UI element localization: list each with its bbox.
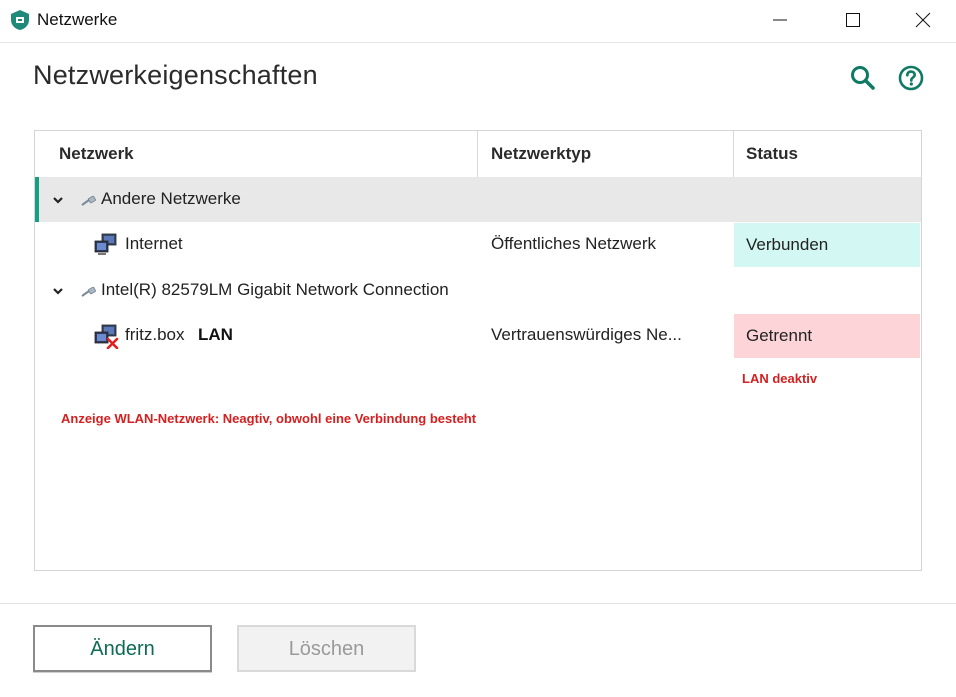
network-type: Vertrauenswürdiges Ne... [491, 325, 682, 344]
search-icon[interactable] [849, 64, 877, 92]
column-header-network[interactable]: Netzwerk [35, 131, 478, 177]
title-bar: Netzwerke [0, 0, 956, 42]
group-label: Andere Netzwerke [101, 189, 241, 208]
close-icon [915, 12, 931, 28]
lan-deaktiv-note: LAN deaktiv [742, 371, 818, 386]
lan-annotation-label: LAN [198, 325, 233, 344]
title-divider [0, 42, 956, 43]
network-name: fritz.box [125, 325, 185, 344]
chevron-down-icon[interactable] [51, 284, 65, 298]
group-label: Intel(R) 82579LM Gigabit Network Connect… [101, 280, 449, 299]
close-button[interactable] [900, 0, 946, 40]
table-header: Netzwerk Netzwerktyp Status [35, 131, 921, 178]
group-row-intel-connection[interactable]: Intel(R) 82579LM Gigabit Network Connect… [35, 268, 921, 313]
page-title: Netzwerkeigenschaften [33, 60, 318, 90]
status-badge: Verbunden [734, 223, 920, 267]
minimize-icon [773, 19, 787, 21]
change-button[interactable]: Ändern [33, 625, 212, 672]
chevron-down-icon[interactable] [51, 193, 65, 207]
maximize-icon [846, 13, 860, 27]
computer-disconnected-icon [94, 324, 119, 349]
network-type: Öffentliches Netzwerk [491, 234, 657, 253]
column-header-status[interactable]: Status [734, 131, 921, 177]
table-row[interactable]: fritz.box LAN Vertrauenswürdiges Ne... G… [35, 313, 921, 358]
footer: Ändern Löschen [0, 604, 956, 697]
minimize-button[interactable] [757, 0, 803, 40]
network-cable-icon [81, 195, 96, 206]
window-title: Netzwerke [37, 10, 118, 29]
maximize-button[interactable] [830, 0, 876, 40]
help-icon[interactable] [897, 64, 925, 92]
column-header-network-type[interactable]: Netzwerktyp [478, 131, 734, 177]
delete-button[interactable]: Löschen [237, 625, 416, 672]
group-row-andere-netzwerke[interactable]: Andere Netzwerke [35, 177, 921, 222]
network-name: Internet [125, 234, 183, 253]
app-shield-icon [11, 10, 29, 30]
table-row[interactable]: Internet Öffentliches Netzwerk Verbunden [35, 222, 921, 267]
computer-network-icon [94, 233, 117, 255]
status-badge: Getrennt [734, 314, 920, 358]
network-table: Netzwerk Netzwerktyp Status Andere Netzw… [34, 130, 922, 571]
network-cable-icon [81, 286, 96, 297]
wlan-annotation-note: Anzeige WLAN-Netzwerk: Neagtiv, obwohl e… [61, 411, 477, 426]
